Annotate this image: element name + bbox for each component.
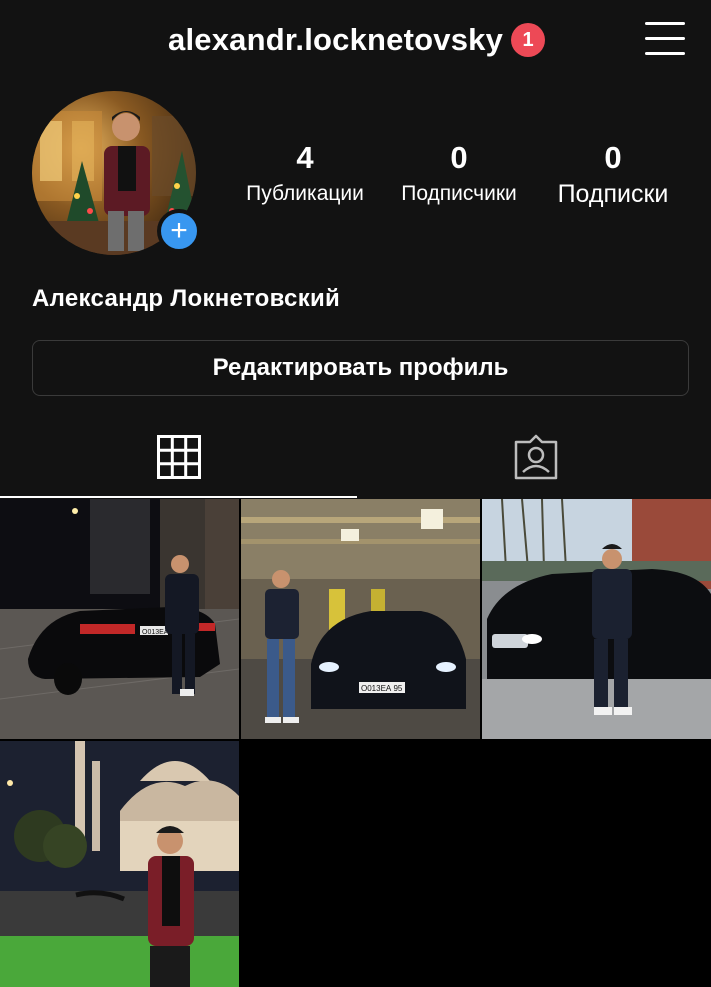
post-thumbnail-3[interactable]	[482, 499, 711, 739]
stat-followers-count: 0	[450, 140, 468, 175]
post-thumbnail-2[interactable]: О013ЕА 95	[241, 499, 480, 739]
stat-posts-count: 4	[296, 140, 314, 175]
username-switcher[interactable]: alexandr.locknetovsky 1	[168, 18, 546, 62]
tab-posts-grid[interactable]	[0, 418, 357, 498]
hamburger-menu-icon[interactable]	[645, 20, 685, 56]
stat-followers-label: Подписчики	[401, 182, 517, 205]
stat-posts[interactable]: 4 Публикации	[236, 140, 374, 212]
stat-following-count: 0	[604, 140, 622, 175]
post-thumbnail-1[interactable]: О013ЕА	[0, 499, 239, 739]
tagged-icon	[514, 434, 557, 480]
edit-profile-button[interactable]: Редактировать профиль	[32, 340, 689, 396]
stat-followers[interactable]: 0 Подписчики	[390, 140, 528, 212]
grid-icon	[156, 435, 201, 479]
notification-badge[interactable]: 1	[511, 23, 546, 57]
stat-following-label: Подписки	[557, 180, 669, 208]
profile-full-name: Александр Локнетовский	[32, 285, 341, 312]
posts-grid: О013ЕА О013ЕА 95	[0, 499, 711, 987]
stat-following[interactable]: 0 Подписки	[546, 140, 680, 212]
post-thumbnail-4[interactable]	[0, 741, 239, 987]
post-1-plate: О013ЕА	[142, 629, 169, 636]
profile-header: alexandr.locknetovsky 1	[0, 0, 711, 80]
post-2-plate: О013ЕА 95	[361, 684, 403, 693]
tab-tagged[interactable]	[357, 418, 711, 498]
stat-posts-label: Публикации	[246, 182, 364, 205]
plus-icon: +	[170, 214, 188, 247]
username[interactable]: alexandr.locknetovsky	[168, 18, 503, 62]
add-story-button[interactable]: +	[157, 209, 201, 253]
